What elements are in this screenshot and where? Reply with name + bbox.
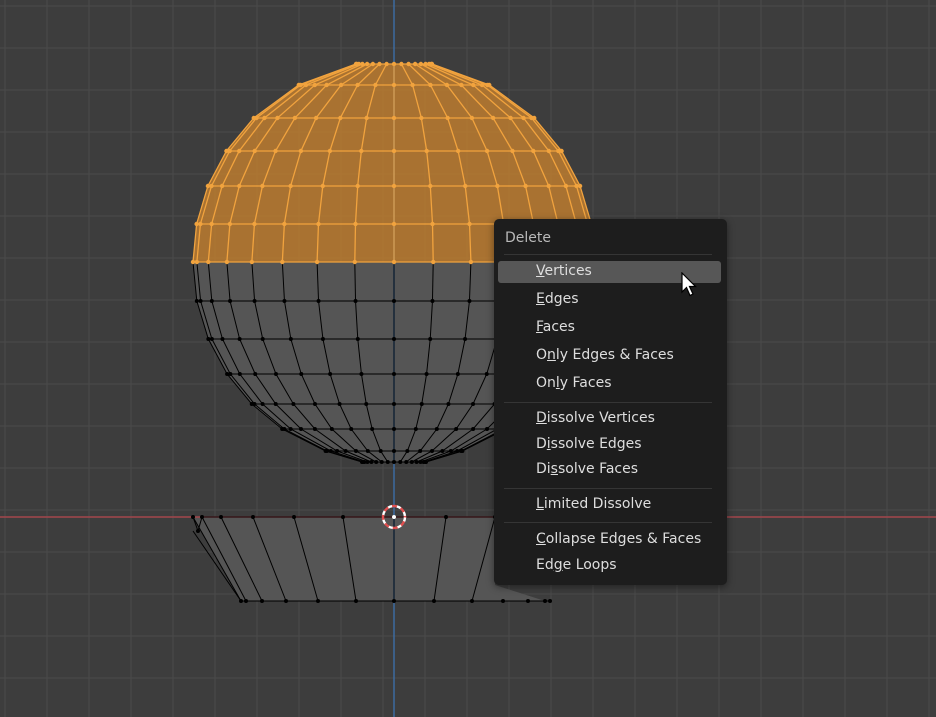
menu-item-label: Limited Dissolve bbox=[536, 496, 652, 512]
menu-item-only-faces[interactable]: Only Faces bbox=[498, 373, 721, 395]
menu-divider bbox=[504, 488, 712, 489]
menu-item-label: Only Faces bbox=[536, 375, 612, 391]
menu-item-dissolve-vertices[interactable]: Dissolve Vertices bbox=[498, 408, 721, 430]
menu-item-label: Faces bbox=[536, 319, 575, 335]
menu-item-faces[interactable]: Faces bbox=[498, 317, 721, 339]
menu-item-dissolve-faces[interactable]: Dissolve Faces bbox=[498, 459, 721, 481]
menu-item-label: Edges bbox=[536, 291, 579, 307]
menu-item-label: Vertices bbox=[536, 263, 592, 279]
menu-item-label: Only Edges & Faces bbox=[536, 347, 674, 363]
bowl-fill bbox=[193, 517, 545, 601]
3d-viewport[interactable] bbox=[0, 0, 936, 717]
menu-divider bbox=[504, 522, 712, 523]
mesh-scene[interactable] bbox=[0, 0, 936, 717]
menu-item-label: Collapse Edges & Faces bbox=[536, 531, 702, 547]
menu-item-label: Dissolve Vertices bbox=[536, 410, 655, 426]
menu-divider bbox=[504, 402, 712, 403]
menu-title: Delete bbox=[505, 230, 551, 246]
menu-title-divider bbox=[504, 254, 712, 255]
mouse-pointer-icon bbox=[681, 272, 697, 297]
menu-item-collapse-edges-faces[interactable]: Collapse Edges & Faces bbox=[498, 529, 721, 551]
menu-item-limited-dissolve[interactable]: Limited Dissolve bbox=[498, 494, 721, 516]
menu-item-only-edges-faces[interactable]: Only Edges & Faces bbox=[498, 345, 721, 367]
menu-item-label: Edge Loops bbox=[536, 557, 617, 573]
menu-item-edge-loops[interactable]: Edge Loops bbox=[498, 555, 721, 577]
menu-item-label: Dissolve Faces bbox=[536, 461, 639, 477]
menu-item-label: Dissolve Edges bbox=[536, 436, 642, 452]
menu-item-dissolve-edges[interactable]: Dissolve Edges bbox=[498, 434, 721, 456]
